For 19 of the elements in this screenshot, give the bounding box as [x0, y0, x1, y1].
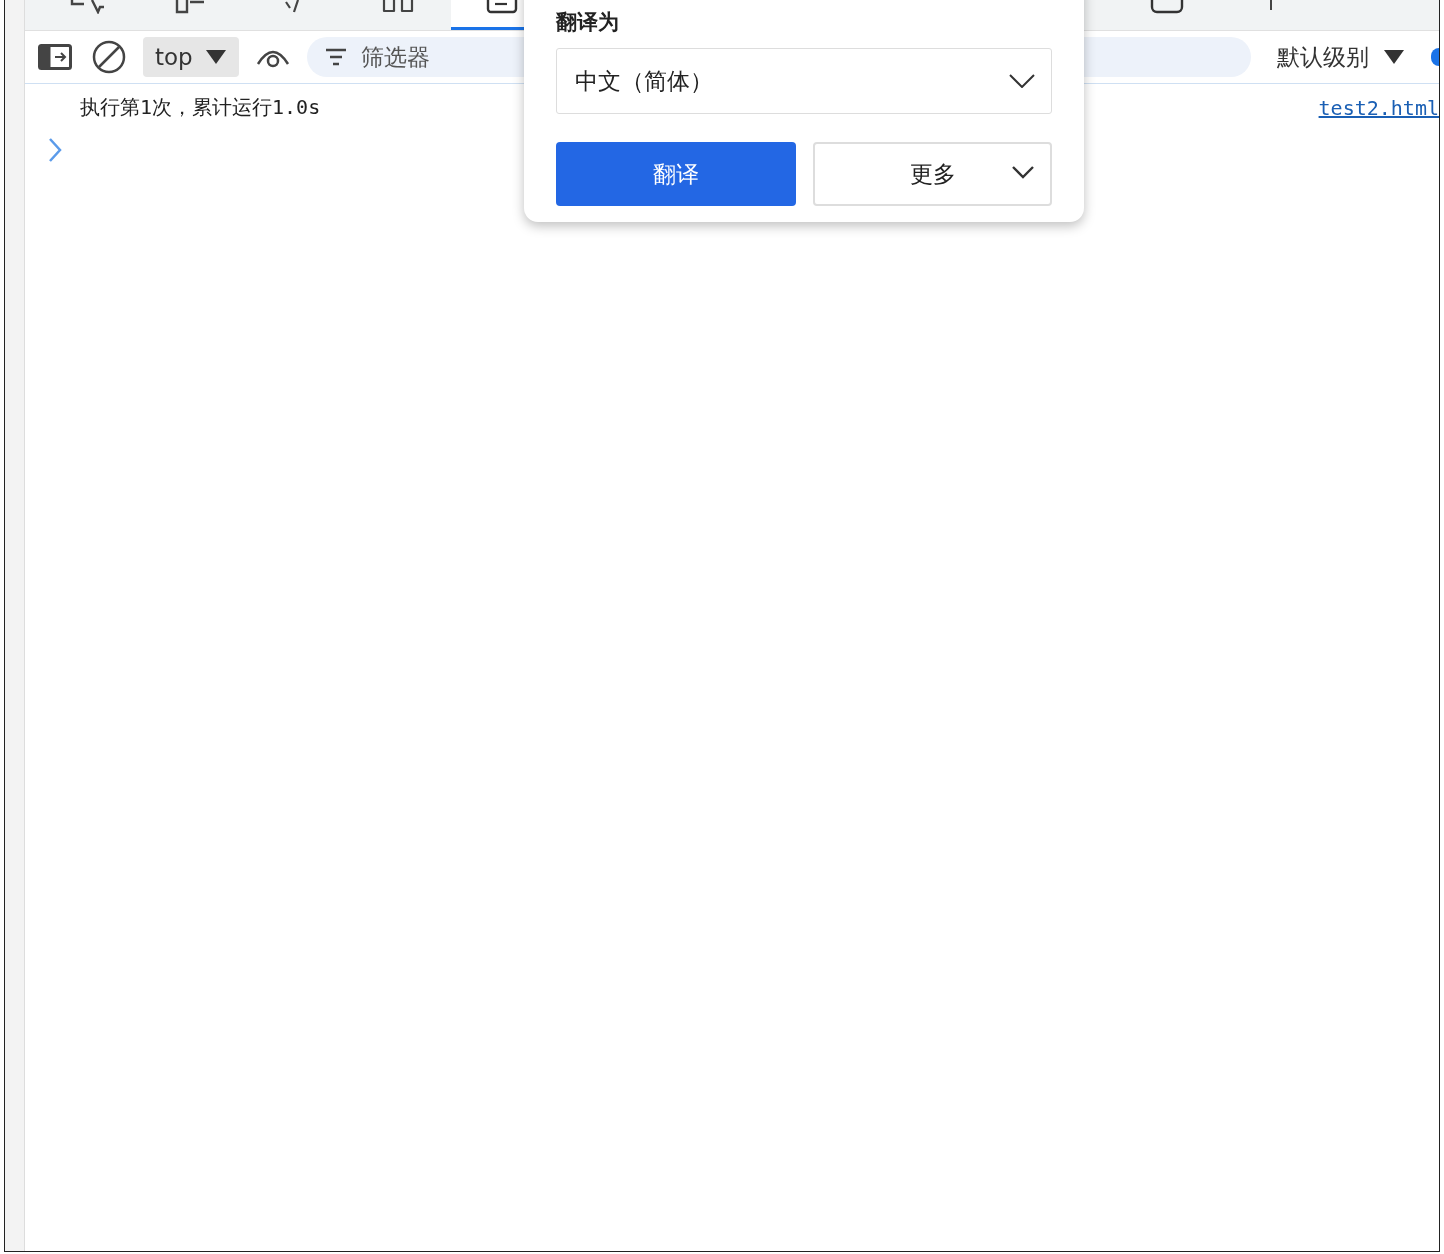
translate-button[interactable]: 翻译 [556, 142, 796, 206]
console-icon [486, 0, 520, 14]
console-message: 执行第1次，累计运行1.0s [80, 94, 321, 121]
popup-title: 翻译为 [556, 10, 620, 34]
caret-icon [1383, 49, 1405, 65]
more-button[interactable]: 更多 [813, 142, 1052, 206]
log-level-dropdown[interactable]: 默认级别 [1265, 41, 1417, 73]
language-select[interactable]: 中文（简体） [556, 48, 1052, 114]
chevron-down-icon [1012, 166, 1034, 180]
caret-icon [204, 49, 227, 65]
filter-icon [324, 48, 347, 66]
welcome-icon [382, 0, 416, 14]
chevron-down-icon [1009, 74, 1035, 88]
sources-icon [1150, 0, 1184, 14]
inspect-icon [70, 0, 104, 14]
context-dropdown[interactable]: top [143, 37, 239, 77]
source-link[interactable]: test2.html [1318, 95, 1439, 120]
issues-icon[interactable] [1431, 48, 1439, 66]
prompt-chevron-icon [47, 137, 63, 163]
